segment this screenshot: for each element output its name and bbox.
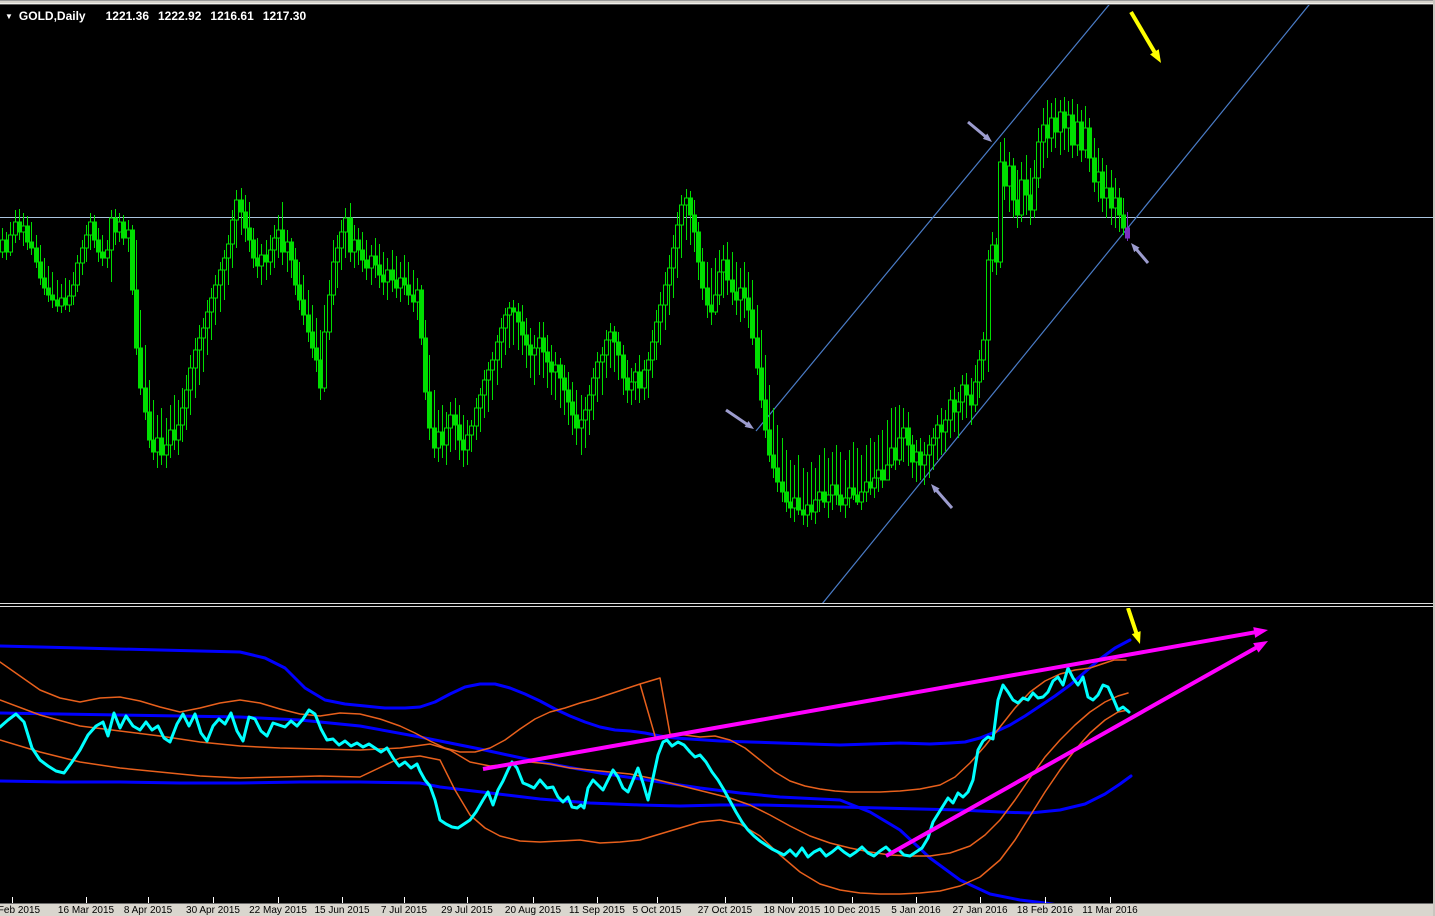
ohlc-close: 1217.30: [262, 9, 307, 23]
time-label: 5 Jan 2016: [891, 905, 941, 916]
ohlc-open: 1221.36: [105, 9, 149, 23]
time-label: 27 Oct 2015: [697, 905, 753, 916]
time-label: 8 Apr 2015: [123, 905, 173, 916]
time-label: 29 Jul 2015: [441, 905, 493, 916]
chevron-down-icon[interactable]: ▼: [5, 12, 13, 21]
ohlc-low: 1216.61: [210, 9, 254, 23]
time-label: 7 Jul 2015: [380, 905, 428, 916]
ohlc-high: 1222.92: [158, 9, 202, 23]
time-label: 16 Mar 2015: [57, 905, 115, 916]
chart-window: ▼ GOLD,Daily 1221.36 1222.92 1216.61 121…: [0, 0, 1435, 916]
chart-canvas[interactable]: [0, 0, 1435, 916]
time-label: 10 Dec 2015: [823, 905, 881, 916]
time-axis[interactable]: 20 Feb 2015 16 Mar 2015 8 Apr 2015 30 Apr 2…: [0, 903, 1435, 916]
symbol-timeframe-label: GOLD,Daily: [18, 9, 86, 23]
time-label: 15 Jun 2015: [314, 905, 370, 916]
chart-title: ▼ GOLD,Daily 1221.36 1222.92 1216.61 121…: [5, 9, 315, 23]
time-label: 20 Feb 2015: [0, 905, 41, 916]
candle: [130, 225, 135, 295]
time-label: 5 Oct 2015: [632, 905, 682, 916]
time-label: 18 Feb 2016: [1016, 905, 1074, 916]
time-label: 30 Apr 2015: [186, 905, 240, 916]
time-label: 11 Sep 2015: [569, 905, 625, 916]
time-label: 20 Aug 2015: [504, 905, 562, 916]
window-top-border: [0, 0, 1435, 5]
time-label: 11 Mar 2016: [1082, 905, 1138, 916]
time-label: 18 Nov 2015: [763, 905, 821, 916]
time-label: 27 Jan 2016: [952, 905, 1008, 916]
time-label: 22 May 2015: [249, 905, 307, 916]
candle: [419, 285, 424, 345]
